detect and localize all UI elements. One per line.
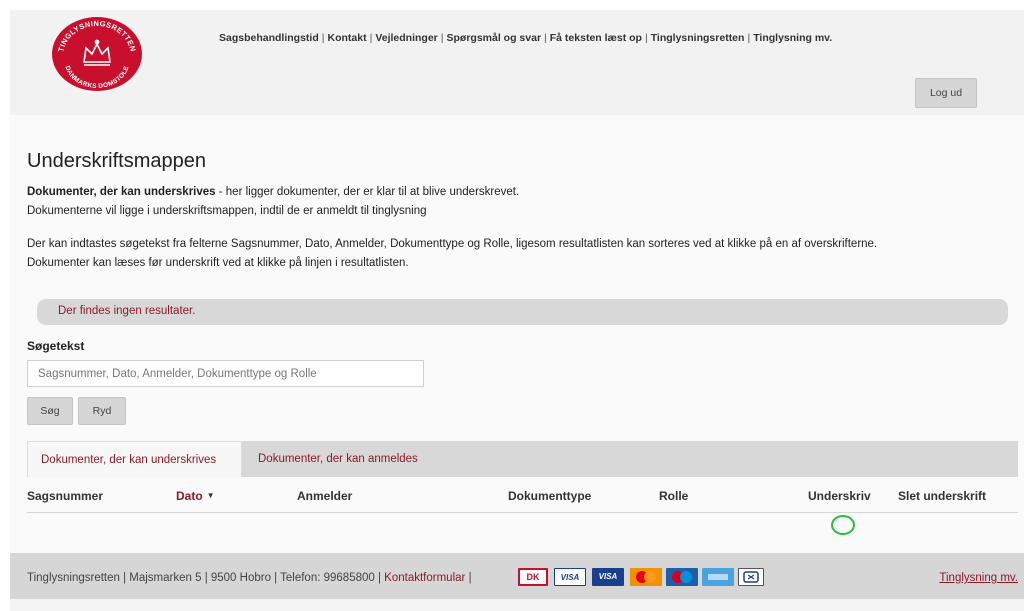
intro-bold: Dokumenter, der kan underskrives	[27, 186, 216, 198]
tab-kan-underskrives[interactable]: Dokumenter, der kan underskrives	[27, 441, 242, 477]
top-navigation: Sagsbehandlingstid | Kontakt | Vejledninger |…	[219, 32, 832, 44]
logout-button[interactable]: Log ud	[915, 78, 977, 108]
contact-form-link[interactable]: Kontaktformular	[384, 572, 465, 584]
column-header-dato[interactable]: Dato ▼	[176, 489, 215, 503]
nav-link-vejledninger[interactable]: Vejledninger	[375, 32, 437, 44]
nav-link-faq[interactable]: Spørgsmål og svar	[447, 32, 542, 44]
page-header: TINGLYSNINGSRETTEN DANMARKS DOMSTOLE Sag…	[10, 10, 1024, 115]
search-input[interactable]	[27, 360, 424, 387]
footer-contact-info: Tinglysningsretten | Majsmarken 5 | 9500…	[27, 572, 472, 584]
page-title: Underskriftsmappen	[27, 150, 206, 172]
nav-link-kontakt[interactable]: Kontakt	[328, 32, 367, 44]
results-table-header: Sagsnummer Dato ▼ Anmelder Dokumenttype R…	[27, 489, 1018, 513]
search-button[interactable]: Søg	[27, 397, 73, 425]
maestro-icon	[666, 568, 698, 586]
footer-separator: |	[468, 572, 472, 584]
nav-separator: |	[747, 32, 751, 44]
nav-separator: |	[544, 32, 547, 44]
footer-address: Tinglysningsretten | Majsmarken 5 | 9500…	[27, 572, 385, 584]
jcb-icon	[738, 568, 764, 586]
intro-line-1: Dokumenter, der kan underskrives - her l…	[27, 183, 877, 202]
column-header-dokumenttype[interactable]: Dokumenttype	[508, 489, 591, 503]
column-header-rolle[interactable]: Rolle	[659, 489, 688, 503]
nav-separator: |	[440, 32, 444, 44]
mastercard-icon	[630, 568, 662, 586]
column-header-sagsnummer[interactable]: Sagsnummer	[27, 489, 103, 503]
intro-rest: - her ligger dokumenter, der er klar til…	[215, 186, 520, 198]
main-content	[10, 115, 1024, 553]
nav-link-sagsbehandlingstid[interactable]: Sagsbehandlingstid	[219, 32, 319, 44]
column-header-slet-underskrift[interactable]: Slet underskrift	[898, 489, 986, 503]
nav-separator: |	[644, 32, 648, 44]
visa-icon: VISA	[554, 568, 586, 586]
intro-line-2: Dokumenterne vil ligge i underskriftsmap…	[27, 205, 427, 217]
footer-tinglysning-link[interactable]: Tinglysning mv.	[939, 572, 1018, 584]
tinglysningsretten-logo[interactable]: TINGLYSNINGSRETTEN DANMARKS DOMSTOLE	[51, 16, 143, 92]
no-results-alert: Der findes ingen resultater.	[37, 299, 1008, 325]
nav-link-read-aloud[interactable]: Få teksten læst op	[550, 32, 642, 44]
tab-kan-anmeldes[interactable]: Dokumenter, der kan anmeldes	[245, 441, 431, 477]
bottom-strip	[10, 599, 1024, 611]
dankort-icon: DK	[518, 568, 548, 586]
page-intro: Dokumenter, der kan underskrives - her l…	[27, 183, 877, 273]
sort-descending-icon: ▼	[206, 491, 215, 500]
search-label: Søgetekst	[27, 339, 85, 353]
american-express-icon	[702, 568, 734, 586]
click-indicator-ring	[831, 515, 855, 535]
column-header-anmelder[interactable]: Anmelder	[297, 489, 352, 503]
nav-separator: |	[321, 32, 325, 44]
help-line-2: Dokumenter kan læses før underskrift ved…	[27, 257, 409, 269]
column-header-dato-label: Dato	[176, 489, 203, 503]
column-header-underskriv[interactable]: Underskriv	[808, 489, 871, 503]
clear-button[interactable]: Ryd	[78, 397, 126, 425]
nav-link-tinglysningsretten[interactable]: Tinglysningsretten	[651, 32, 745, 44]
help-line-1: Der kan indtastes søgetekst fra felterne…	[27, 238, 878, 250]
visa-electron-icon: VISA	[592, 568, 624, 586]
nav-link-tinglysning[interactable]: Tinglysning mv.	[753, 32, 832, 44]
page-footer: Tinglysningsretten | Majsmarken 5 | 9500…	[10, 553, 1024, 599]
document-tabs: Dokumenter, der kan underskrives Dokumen…	[27, 441, 1018, 477]
